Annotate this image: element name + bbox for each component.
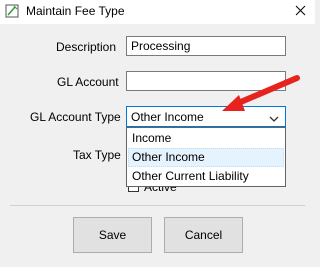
- gl-account-label: GL Account: [57, 75, 119, 89]
- gl-account-type-select[interactable]: Other Income: [126, 106, 286, 127]
- gl-account-type-label: GL Account Type: [30, 110, 121, 124]
- save-button[interactable]: Save: [73, 217, 152, 253]
- chevron-down-icon[interactable]: [269, 112, 279, 122]
- dropdown-option-income[interactable]: Income: [128, 129, 284, 148]
- gl-account-type-dropdown: Income Other Income Other Current Liabil…: [126, 127, 286, 187]
- description-label: Description: [56, 40, 117, 54]
- gl-account-type-value: Other Income: [131, 110, 204, 124]
- title-bar: Maintain Fee Type: [0, 0, 315, 24]
- gl-account-input[interactable]: [126, 71, 286, 91]
- close-button[interactable]: [285, 0, 315, 24]
- app-icon: [5, 4, 19, 18]
- divider: [10, 205, 305, 206]
- description-input[interactable]: Processing: [126, 36, 286, 56]
- window-title: Maintain Fee Type: [26, 4, 125, 18]
- tax-type-label: Tax Type: [73, 148, 121, 162]
- close-icon: [295, 5, 306, 19]
- cancel-button[interactable]: Cancel: [164, 217, 243, 253]
- dropdown-option-other-income[interactable]: Other Income: [128, 148, 284, 167]
- dropdown-option-other-current-liability[interactable]: Other Current Liability: [128, 167, 284, 186]
